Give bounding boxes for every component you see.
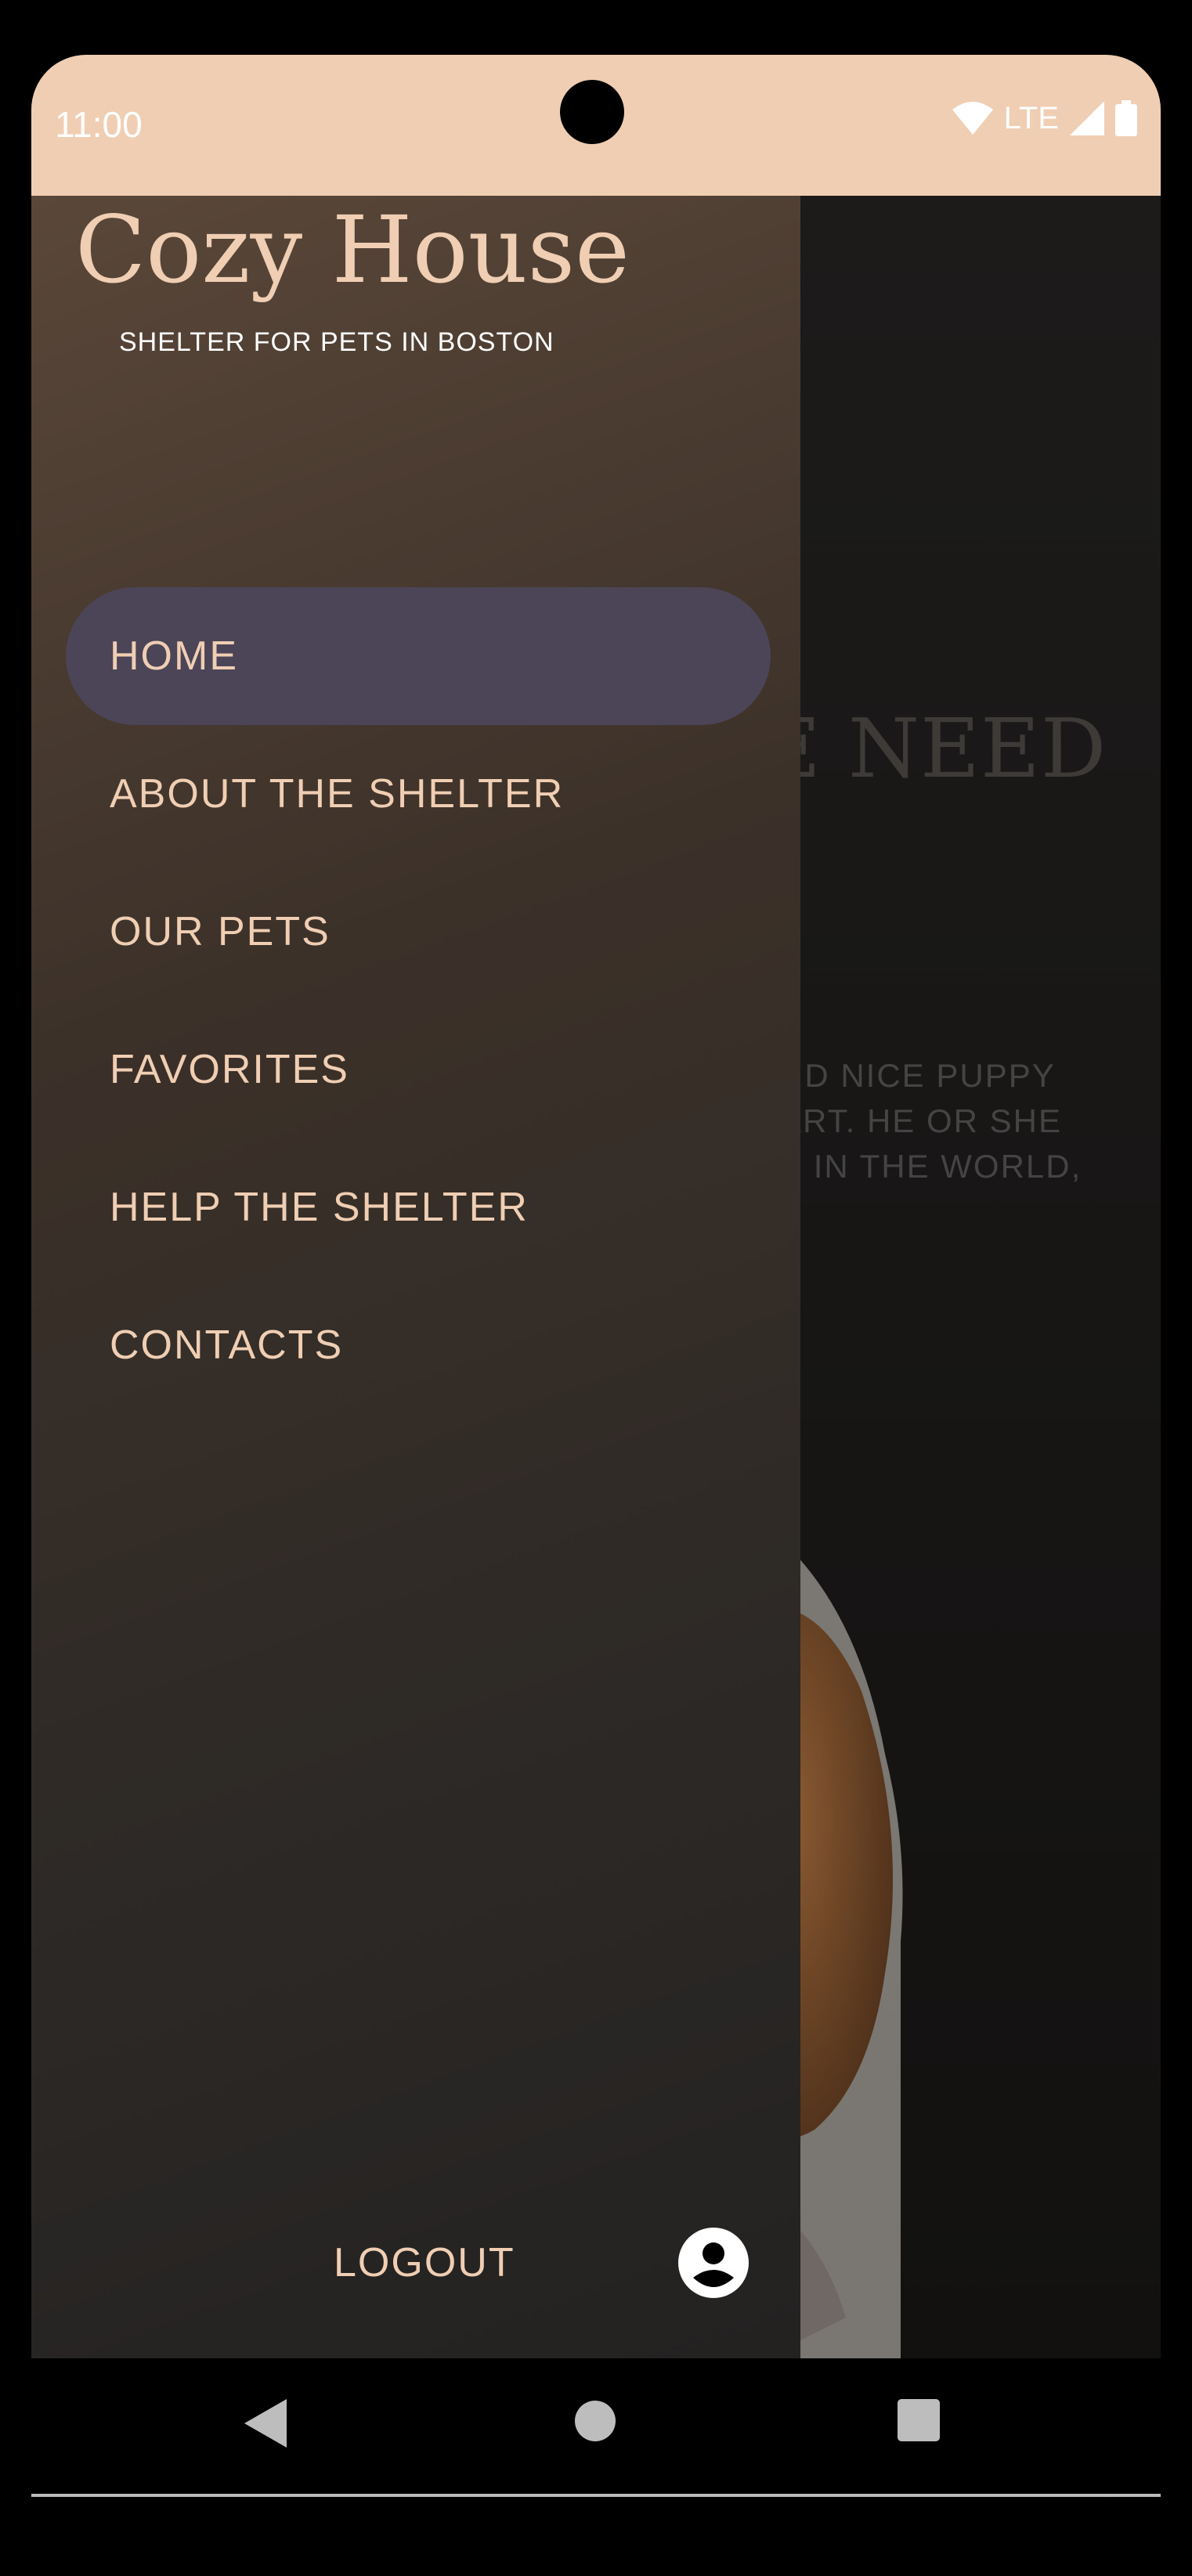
signal-icon xyxy=(1070,101,1104,135)
battery-icon xyxy=(1115,100,1137,136)
menu-item-contacts[interactable]: CONTACTS xyxy=(66,1276,771,1414)
menu-item-label: HELP THE SHELTER xyxy=(110,1185,529,1230)
system-navigation-bar xyxy=(31,2358,1161,2498)
screen: E NEED AND NICE PUPPY EART. HE OR SHE SE… xyxy=(31,55,1161,2498)
navigation-drawer: Cozy House SHELTER FOR PETS IN BOSTON HO… xyxy=(31,196,800,2358)
account-circle-icon[interactable] xyxy=(678,2228,749,2298)
wifi-icon xyxy=(952,102,993,135)
home-icon[interactable] xyxy=(573,2399,617,2443)
status-time: 11:00 xyxy=(55,104,143,145)
hero-line: SE IN THE WORLD, xyxy=(756,1148,1082,1185)
back-icon[interactable] xyxy=(244,2399,287,2448)
menu-item-label: ABOUT THE SHELTER xyxy=(110,771,565,817)
hero-text: AND NICE PUPPY EART. HE OR SHE SE IN THE… xyxy=(756,1053,1082,1189)
camera-cutout xyxy=(560,80,624,144)
phone-frame: E NEED AND NICE PUPPY EART. HE OR SHE SE… xyxy=(0,0,1192,2576)
status-icons: LTE xyxy=(952,100,1137,136)
hero-line: EART. HE OR SHE xyxy=(756,1102,1062,1139)
menu-item-help-the-shelter[interactable]: HELP THE SHELTER xyxy=(66,1138,771,1276)
phone-edge xyxy=(31,2494,1161,2497)
logout-button[interactable]: LOGOUT xyxy=(334,2239,515,2286)
menu-item-about-the-shelter[interactable]: ABOUT THE SHELTER xyxy=(66,725,771,863)
app-subtitle: SHELTER FOR PETS IN BOSTON xyxy=(119,327,554,357)
menu-item-our-pets[interactable]: OUR PETS xyxy=(66,863,771,1001)
status-bar: 11:00 LTE xyxy=(31,55,1161,196)
network-type: LTE xyxy=(1003,100,1059,135)
drawer-menu: HOME ABOUT THE SHELTER OUR PETS FAVORITE… xyxy=(66,587,771,1414)
hero-line: AND NICE PUPPY xyxy=(756,1057,1056,1094)
hero-title: E NEED xyxy=(761,701,1107,796)
recents-icon[interactable] xyxy=(898,2399,940,2441)
menu-item-favorites[interactable]: FAVORITES xyxy=(66,1001,771,1138)
menu-item-label: OUR PETS xyxy=(110,909,331,954)
menu-item-home[interactable]: HOME xyxy=(66,587,771,725)
menu-item-label: HOME xyxy=(110,633,238,679)
menu-item-label: FAVORITES xyxy=(110,1047,349,1092)
app-title: Cozy House xyxy=(75,196,630,304)
menu-item-label: CONTACTS xyxy=(110,1322,344,1368)
